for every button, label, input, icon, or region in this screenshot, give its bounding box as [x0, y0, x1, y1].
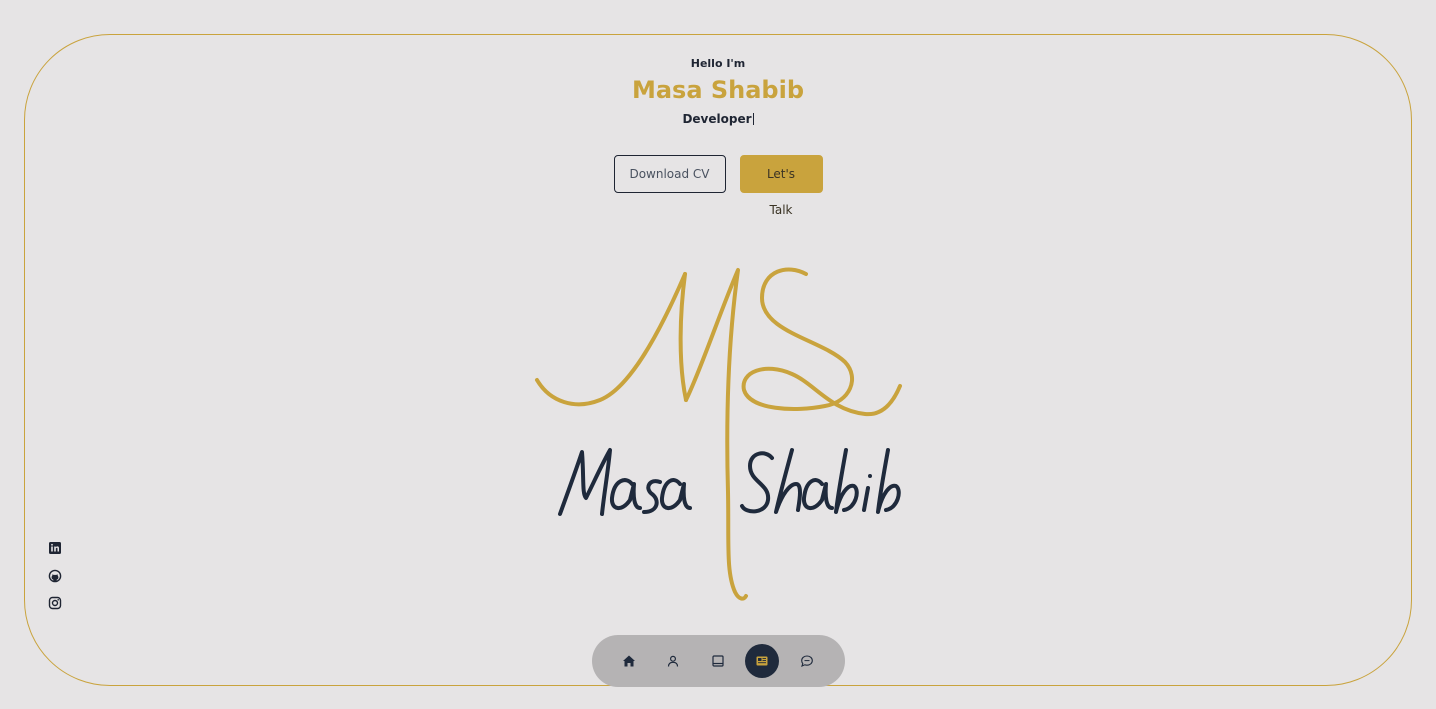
hero-name: Masa Shabib [631, 76, 805, 104]
instagram-icon [48, 596, 62, 610]
user-icon [667, 655, 679, 667]
lets-talk-button[interactable]: Let's Talk [739, 155, 823, 217]
role-text: Developer [682, 112, 752, 126]
bottom-dock-nav [592, 635, 845, 687]
github-link[interactable] [48, 569, 62, 583]
news-icon [756, 656, 768, 666]
signature-logo [535, 267, 902, 601]
hero-header: Hello I'm Masa Shabib Developer [0, 57, 1436, 127]
greeting-text: Hello I'm [690, 57, 746, 70]
message-icon [801, 655, 813, 667]
dock-item-contact[interactable] [790, 644, 824, 678]
social-links [48, 541, 62, 624]
dock-item-home[interactable] [612, 644, 646, 678]
dock-item-experience[interactable] [701, 644, 735, 678]
hero-role: Developer [0, 111, 1436, 127]
dock-item-about[interactable] [656, 644, 690, 678]
instagram-link[interactable] [48, 596, 62, 610]
download-cv-button[interactable]: Download CV [613, 155, 726, 193]
github-icon [48, 569, 62, 582]
linkedin-link[interactable] [48, 541, 62, 555]
cta-buttons: Download CV Let's Talk [0, 155, 1436, 217]
home-icon [623, 655, 635, 667]
dock-item-portfolio[interactable] [745, 644, 779, 678]
typing-cursor [752, 113, 754, 125]
linkedin-icon [49, 542, 61, 554]
book-icon [712, 655, 724, 667]
page: Hello I'm Masa Shabib Developer Download… [0, 0, 1436, 709]
